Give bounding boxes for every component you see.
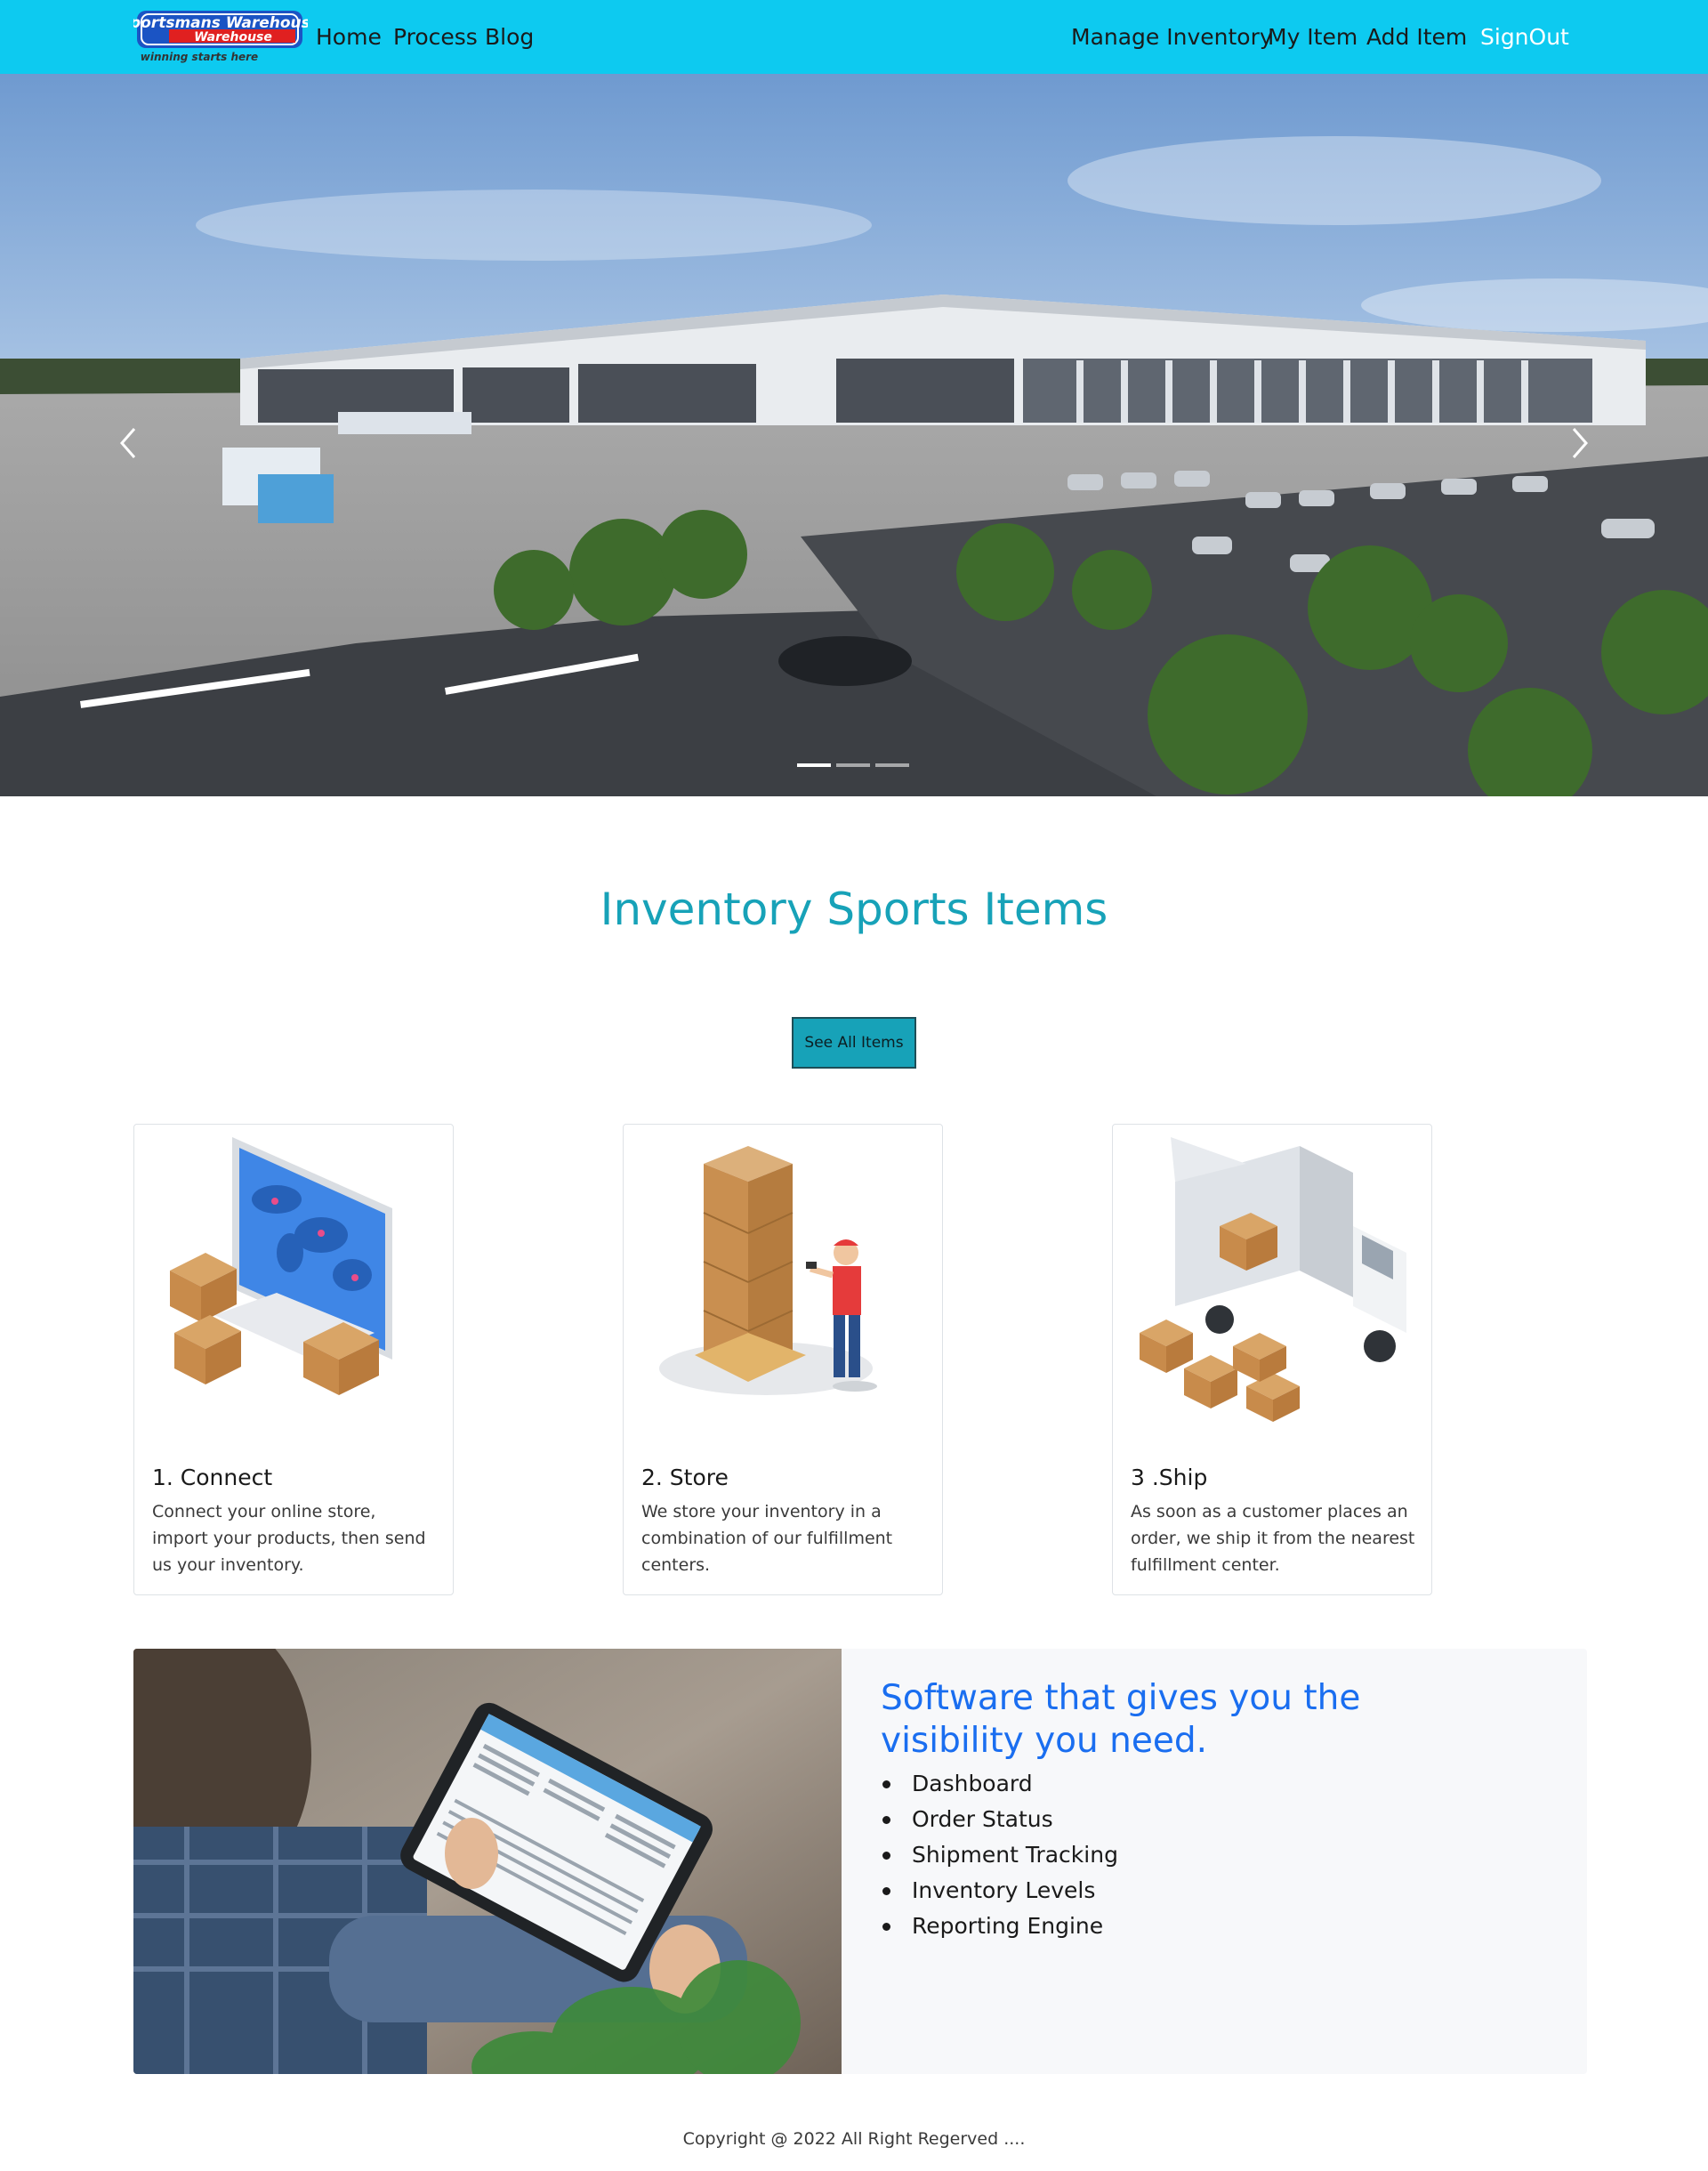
process-card-connect: 1. Connect Connect your online store, im… (133, 1124, 454, 1595)
worker-scanning-pallet-illustration (659, 1146, 877, 1395)
nav-home[interactable]: Home (316, 23, 382, 52)
carousel-indicator-2[interactable] (836, 763, 870, 767)
chevron-right-icon (1572, 428, 1588, 458)
card-text: We store your inventory in a combination… (641, 1502, 893, 1575)
carousel-indicator-3[interactable] (875, 763, 909, 767)
warehouse-aerial-image (0, 74, 1708, 796)
card-text: Connect your online store, import your p… (152, 1502, 426, 1575)
nav-blog[interactable]: Blog (485, 23, 534, 52)
navbar: Sportsmans Warehouse Warehouse winning s… (0, 0, 1708, 74)
feature-item: Dashboard (881, 1766, 1118, 1802)
feature-list: Dashboard Order Status Shipment Tracking… (881, 1766, 1118, 1944)
nav-add-item[interactable]: Add Item (1366, 23, 1467, 52)
card-title: 1. Connect (152, 1465, 273, 1490)
section-title: Inventory Sports Items (600, 884, 1108, 935)
footer-copyright: Copyright @ 2022 All Right Regerved .... (682, 2129, 1026, 2149)
process-card-ship: 3 .Ship As soon as a customer places an … (1112, 1124, 1432, 1595)
feature-item: Order Status (881, 1802, 1118, 1837)
nav-manage-inventory[interactable]: Manage Inventory (1071, 23, 1273, 52)
feature-item: Reporting Engine (881, 1909, 1118, 1944)
person-holding-tablet-image (133, 1649, 842, 2074)
hero-carousel (0, 74, 1708, 796)
software-heading: Software that gives you the visibility y… (881, 1678, 1361, 1761)
card-text: As soon as a customer places an order, w… (1131, 1502, 1415, 1575)
carousel-next-button[interactable] (1561, 416, 1597, 470)
svg-text:Warehouse: Warehouse (194, 30, 272, 44)
carousel-indicator-1[interactable] (797, 763, 831, 767)
card-title: 3 .Ship (1131, 1465, 1208, 1490)
brand-logo[interactable]: Sportsmans Warehouse Warehouse winning s… (119, 9, 320, 64)
nav-process[interactable]: Process (393, 23, 478, 52)
process-card-store: 2. Store We store your inventory in a co… (623, 1124, 943, 1595)
delivery-truck-illustration (1140, 1137, 1406, 1422)
signout-link[interactable]: SignOut (1480, 23, 1569, 52)
logo-tagline: winning starts here (141, 51, 258, 63)
carousel-prev-button[interactable] (111, 416, 147, 470)
see-all-items-button[interactable]: See All Items (792, 1017, 916, 1069)
carousel-indicators (797, 763, 913, 771)
software-section: Software that gives you the visibility y… (133, 1649, 1587, 2074)
feature-item: Shipment Tracking (881, 1837, 1118, 1873)
nav-my-item[interactable]: My Item (1268, 23, 1358, 52)
chevron-left-icon (120, 428, 136, 458)
feature-item: Inventory Levels (881, 1873, 1118, 1909)
card-title: 2. Store (641, 1465, 729, 1490)
computer-world-map-illustration (170, 1137, 392, 1395)
